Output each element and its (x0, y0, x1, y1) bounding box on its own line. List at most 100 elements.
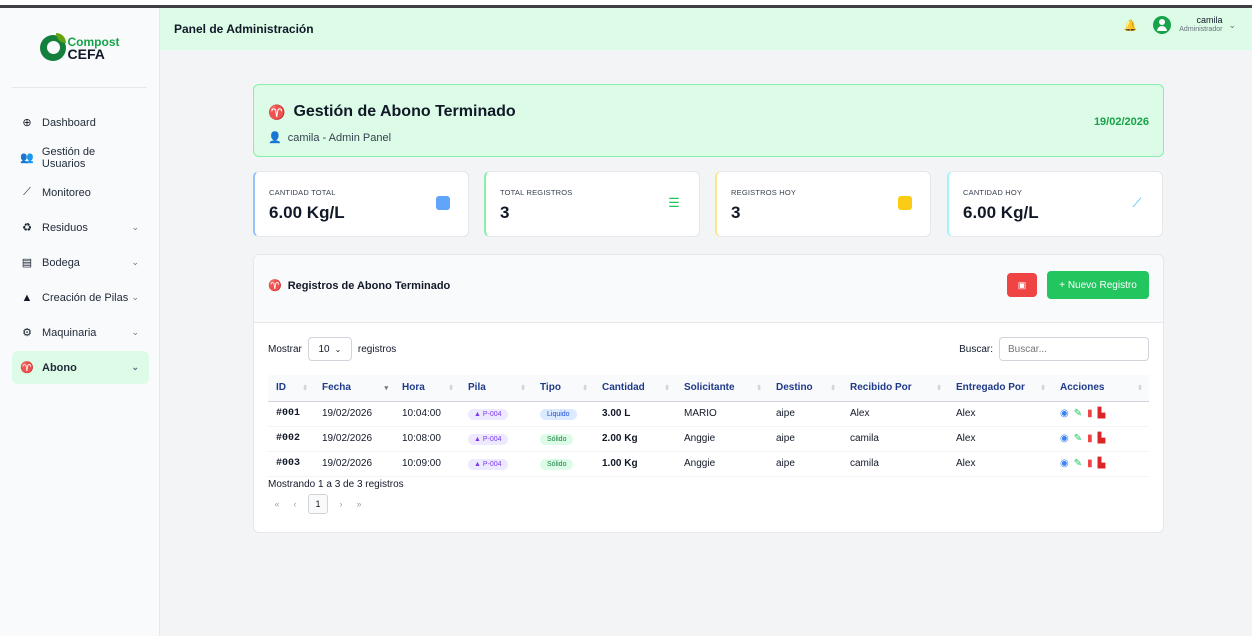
cell-tipo: Sólido (532, 451, 594, 477)
page-size-value: 10 (318, 343, 330, 355)
calendar-icon (898, 196, 912, 210)
stat-value: 6.00 Kg/L (269, 203, 345, 222)
trash-icon[interactable]: ▮ (1087, 433, 1093, 444)
cell-recibido: camila (842, 451, 948, 477)
col-label: Fecha (322, 382, 351, 394)
pila-badge: ▲ P-004 (468, 408, 508, 420)
chevron-down-icon: ⌄ (131, 327, 139, 337)
last-page-button[interactable]: » (350, 499, 368, 509)
sort-icon: ⬍ (664, 385, 670, 392)
eye-icon[interactable]: ◉ (1060, 408, 1069, 419)
compost-logo-icon (39, 32, 66, 61)
first-page-button[interactable]: « (268, 499, 286, 509)
stat-label: CANTIDAD TOTAL (269, 188, 336, 197)
page-title: Panel de Administración (174, 22, 314, 36)
gears-icon: ⚙ (22, 327, 32, 339)
chevron-down-icon: ⌄ (131, 362, 139, 372)
export-pdf-button[interactable]: ▣ (1007, 273, 1037, 297)
cell-recibido: Alex (842, 401, 948, 427)
col-label: Entregado Por (956, 382, 1025, 394)
cell-id: #002 (268, 426, 314, 452)
col-header-destino[interactable]: Destino ⬍ (768, 375, 842, 402)
sidebar-item-usuarios[interactable]: 👥 Gestión de Usuarios (12, 141, 149, 174)
sidebar-item-abono[interactable]: ♈ Abono ⌄ (12, 351, 149, 384)
banner-subtitle: camila - Admin Panel (287, 131, 392, 144)
sidebar-item-bodega[interactable]: ▤ Bodega ⌄ (12, 246, 149, 279)
user-name: camila (1196, 15, 1223, 25)
pila-code: P-004 (482, 460, 502, 468)
sort-icon: ⬍ (520, 385, 526, 392)
pila-code: P-004 (482, 435, 502, 443)
pila-badge: ▲ P-004 (468, 433, 508, 445)
records-title: Registros de Abono Terminado (287, 279, 451, 292)
user-gear-icon: 👤 (268, 132, 282, 144)
file-pdf-icon[interactable]: ▙ (1098, 433, 1106, 444)
cell-solicitante: Anggie (676, 426, 768, 452)
file-pdf-icon[interactable]: ▙ (1098, 458, 1106, 469)
user-menu[interactable]: camila Administrador (1179, 16, 1222, 34)
trash-icon[interactable]: ▮ (1087, 458, 1093, 469)
col-header-tipo[interactable]: Tipo ⬍ (532, 375, 594, 402)
sidebar-item-monitoreo[interactable]: ⟋ Monitoreo (12, 176, 149, 209)
cell-id: #001 (268, 401, 314, 427)
stat-card-cantidad-total: CANTIDAD TOTAL 6.00 Kg/L (253, 171, 469, 237)
sidebar-item-label: Maquinaria (42, 326, 97, 339)
cell-fecha: 19/02/2026 (314, 401, 394, 427)
sidebar-item-maquinaria[interactable]: ⚙ Maquinaria ⌄ (12, 316, 149, 349)
mountain-icon: ▲ (474, 460, 481, 468)
col-header-cantidad[interactable]: Cantidad ⬍ (594, 375, 676, 402)
logo[interactable]: Compost CEFA (12, 8, 147, 88)
globe-icon: ⊕ (22, 117, 32, 129)
col-header-pila[interactable]: Pila ⬍ (460, 375, 532, 402)
records-card: ♈ Registros de Abono Terminado ▣ + Nuevo… (253, 254, 1164, 533)
stat-label: TOTAL REGISTROS (500, 188, 573, 197)
bell-icon[interactable]: 🔔 (1124, 19, 1138, 32)
eye-icon[interactable]: ◉ (1060, 458, 1069, 469)
users-icon: 👥 (20, 152, 34, 164)
col-header-id[interactable]: ID ⬍ (268, 375, 314, 402)
page-button-current[interactable]: 1 (308, 494, 328, 514)
sidebar-item-label: Gestión de Usuarios (41, 145, 96, 170)
table-row: #002 19/02/2026 10:08:00 ▲ P-004 Sólido … (268, 426, 1149, 452)
col-header-acciones[interactable]: Acciones ⬍ (1052, 375, 1149, 402)
col-label: Solicitante (684, 382, 735, 394)
prev-page-button[interactable]: ‹ (286, 499, 304, 509)
records-label: registros (357, 343, 397, 355)
new-record-button[interactable]: + Nuevo Registro (1047, 271, 1149, 299)
stat-card-registros-hoy: REGISTROS HOY 3 (715, 171, 931, 237)
sort-icon: ⬍ (936, 385, 942, 392)
tipo-badge: Sólido (540, 433, 574, 445)
sidebar-item-pilas[interactable]: ▲ Creación de Pilas ⌄ (12, 281, 149, 314)
col-header-entregado[interactable]: Entregado Por ⬍ (948, 375, 1052, 402)
stat-value: 6.00 Kg/L (963, 203, 1039, 222)
sidebar: Compost CEFA ⊕ Dashboard 👥 Gestión de Us… (0, 8, 160, 636)
sidebar-item-dashboard[interactable]: ⊕ Dashboard (12, 106, 149, 139)
col-header-recibido[interactable]: Recibido Por ⬍ (842, 375, 948, 402)
sidebar-item-residuos[interactable]: ♻ Residuos ⌄ (12, 211, 149, 244)
cell-entregado: Alex (948, 401, 1052, 427)
search-input[interactable] (999, 337, 1149, 361)
eye-icon[interactable]: ◉ (1060, 433, 1069, 444)
edit-icon[interactable]: ✎ (1074, 458, 1082, 469)
file-pdf-icon[interactable]: ▙ (1098, 408, 1106, 419)
sort-icon: ⬍ (448, 385, 454, 392)
trash-icon[interactable]: ▮ (1087, 408, 1093, 419)
edit-icon[interactable]: ✎ (1074, 408, 1082, 419)
col-label: Cantidad (602, 382, 645, 394)
seedling-icon: ♈ (268, 103, 286, 120)
cell-hora: 10:09:00 (394, 451, 460, 477)
page-size-select[interactable]: 10 ⌄ (307, 337, 352, 361)
chevron-down-icon[interactable]: ⌄ (1228, 20, 1236, 31)
col-header-fecha[interactable]: Fecha ▾ (314, 375, 394, 402)
list-icon: ☰ (667, 195, 681, 210)
col-label: ID (276, 382, 286, 394)
avatar[interactable] (1153, 16, 1172, 34)
col-header-solicitante[interactable]: Solicitante ⬍ (676, 375, 768, 402)
next-page-button[interactable]: › (332, 499, 350, 509)
col-label: Pila (468, 382, 486, 394)
col-header-hora[interactable]: Hora ⬍ (394, 375, 460, 402)
cell-hora: 10:08:00 (394, 426, 460, 452)
recycle-icon: ♻ (22, 222, 32, 234)
file-pdf-icon: ▣ (1017, 279, 1027, 290)
edit-icon[interactable]: ✎ (1074, 433, 1082, 444)
